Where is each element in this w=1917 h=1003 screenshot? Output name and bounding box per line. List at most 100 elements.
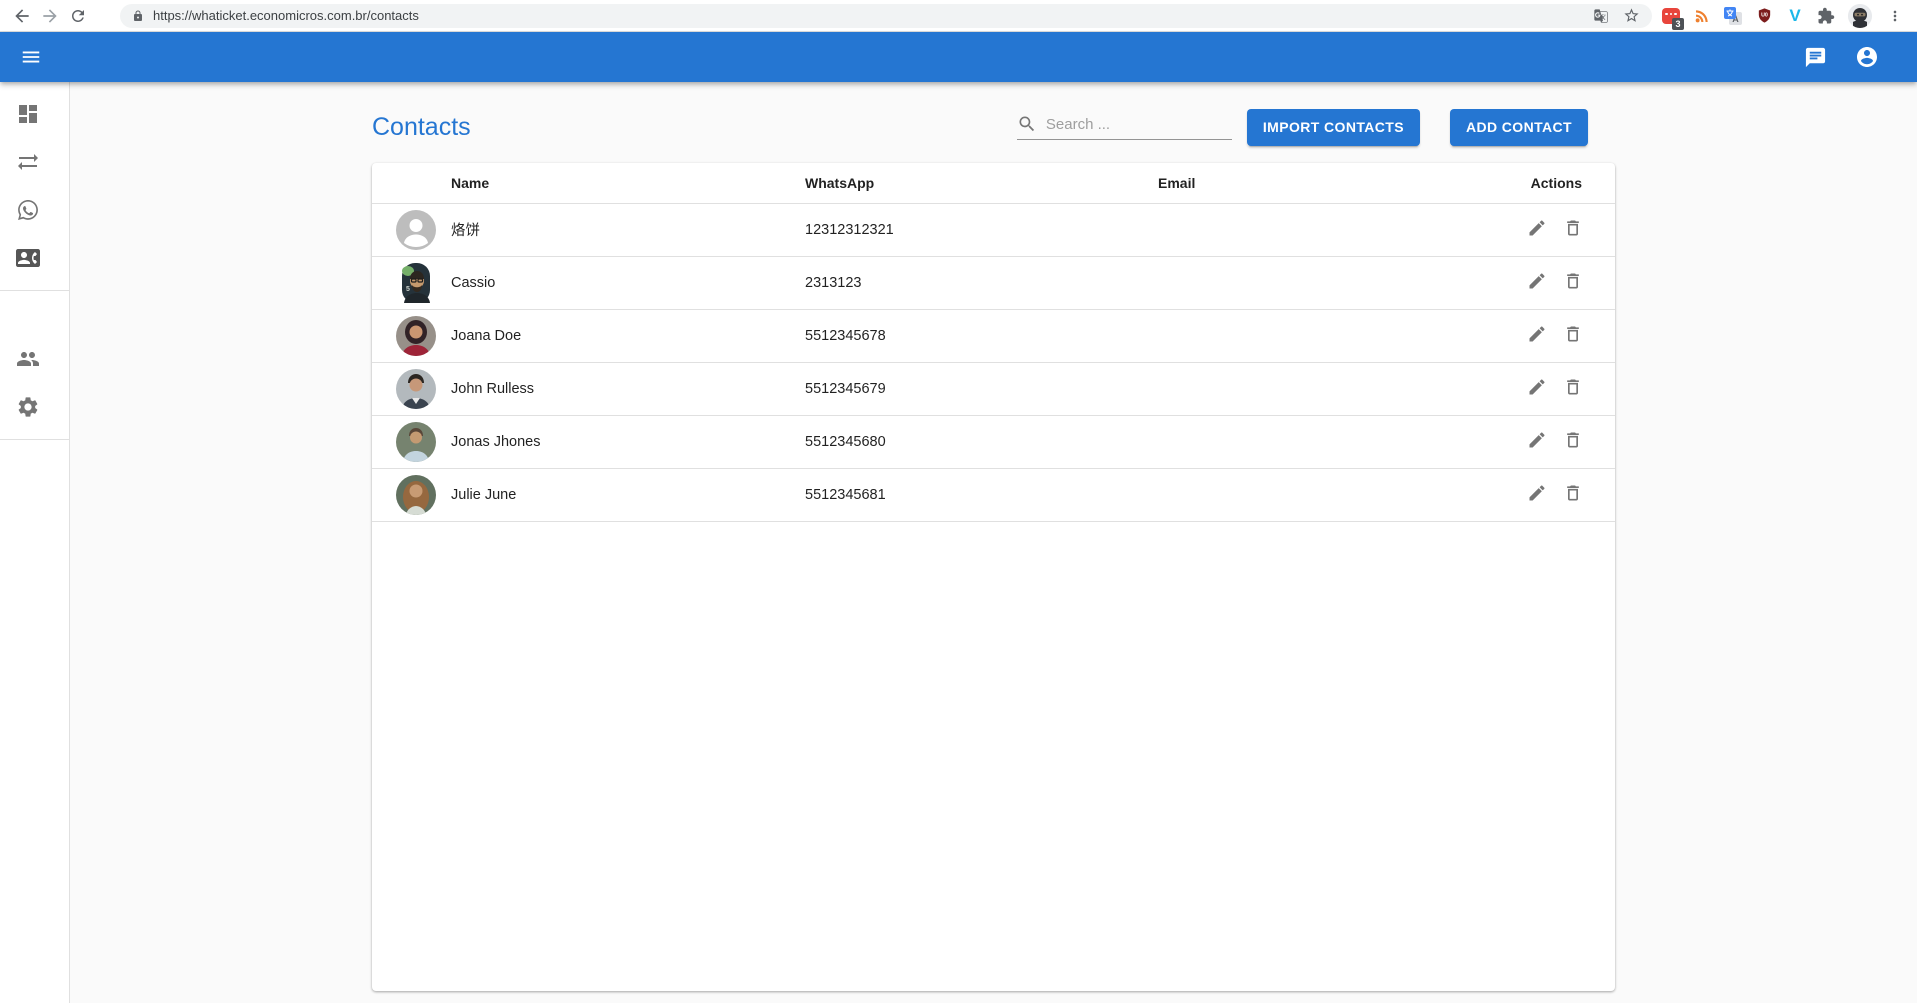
browser-menu-button[interactable] [1885,2,1905,30]
translate-icon[interactable] [1593,8,1609,24]
column-header-whatsapp: WhatsApp [805,163,1158,203]
page-title: Contacts [372,113,471,142]
delete-contact-button[interactable] [1561,216,1585,243]
bookmark-star-icon[interactable] [1623,7,1640,24]
contact-avatar [396,316,436,356]
delete-icon [1563,483,1583,503]
sidebar-item-contacts[interactable] [0,234,69,282]
edit-contact-button[interactable] [1525,269,1549,296]
gtranslate-extension-icon[interactable]: A [1724,7,1742,25]
contact-whatsapp: 12312312321 [805,203,1158,256]
sidebar-item-connections[interactable] [0,138,69,186]
contact-avatar: 5 [396,263,436,303]
table-row: Julie June 5512345681 [372,468,1615,521]
delete-icon [1563,430,1583,450]
menu-button[interactable] [20,46,42,68]
edit-contact-button[interactable] [1525,481,1549,508]
svg-text:5: 5 [406,286,410,293]
profile-avatar[interactable] [1848,4,1872,28]
delete-icon [1563,271,1583,291]
omnibox[interactable]: https://whaticket.economicros.com.br/con… [120,4,1652,28]
contact-name: 烙饼 [451,203,805,256]
reload-button[interactable] [64,2,92,30]
lock-icon [132,10,144,22]
delete-contact-button[interactable] [1561,322,1585,349]
sidebar-item-tickets[interactable] [0,186,69,234]
contact-whatsapp: 5512345679 [805,362,1158,415]
reload-icon [69,7,87,25]
edit-contact-button[interactable] [1525,428,1549,455]
chat-button[interactable] [1804,46,1827,69]
rss-extension-icon[interactable] [1693,7,1711,25]
table-row: Joana Doe 5512345678 [372,309,1615,362]
delete-icon [1563,324,1583,344]
column-header-email: Email [1158,163,1439,203]
contact-whatsapp: 2313123 [805,256,1158,309]
edit-icon [1527,218,1547,238]
vimeo-extension-icon[interactable]: V [1786,7,1804,25]
column-header-name: Name [451,163,805,203]
delete-contact-button[interactable] [1561,269,1585,296]
contact-email [1158,415,1439,468]
back-button[interactable] [8,2,36,30]
edit-contact-button[interactable] [1525,216,1549,243]
import-contacts-button[interactable]: IMPORT CONTACTS [1247,109,1420,146]
delete-contact-button[interactable] [1561,481,1585,508]
svg-text:U0: U0 [1761,13,1768,19]
sidebar-item-dashboard[interactable] [0,90,69,138]
contact-email [1158,203,1439,256]
contact-whatsapp: 5512345680 [805,415,1158,468]
search-box [1017,114,1232,140]
browser-toolbar: https://whaticket.economicros.com.br/con… [0,0,1917,32]
table-header-row: Name WhatsApp Email Actions [372,163,1615,203]
contact-email [1158,309,1439,362]
edit-contact-button[interactable] [1525,375,1549,402]
contact-whatsapp: 5512345678 [805,309,1158,362]
extension-badge: 3 [1672,18,1684,30]
delete-icon [1563,377,1583,397]
sidebar-divider [0,439,69,440]
app-bar [0,32,1917,82]
table-row: Jonas Jhones 5512345680 [372,415,1615,468]
edit-contact-button[interactable] [1525,322,1549,349]
contact-avatar [396,210,436,250]
contacts-table: Name WhatsApp Email Actions [372,163,1615,522]
edit-icon [1527,271,1547,291]
contact-name: Cassio [451,256,805,309]
puzzle-extensions-icon[interactable] [1817,7,1835,25]
edit-icon [1527,324,1547,344]
sidebar-item-settings[interactable] [0,383,69,431]
edit-icon [1527,377,1547,397]
forward-button[interactable] [36,2,64,30]
contact-avatar [396,475,436,515]
ublock-extension-icon[interactable]: U0 [1755,7,1773,25]
contact-avatar [396,422,436,462]
sidebar-item-users[interactable] [0,335,69,383]
search-icon [1017,114,1037,134]
kebab-menu-icon [1887,8,1903,24]
delete-contact-button[interactable] [1561,375,1585,402]
chat-icon [1804,46,1827,69]
whatsapp-icon [16,198,40,222]
account-button[interactable] [1855,45,1879,69]
red-chat-extension-icon[interactable]: 3 [1662,7,1680,25]
table-row: 烙饼 12312312321 [372,203,1615,256]
contact-whatsapp: 5512345681 [805,468,1158,521]
search-input[interactable] [1046,116,1232,133]
contact-email [1158,468,1439,521]
sidebar [0,82,70,1003]
edit-icon [1527,483,1547,503]
gear-icon [16,395,40,419]
dashboard-icon [16,102,40,126]
contact-name: Joana Doe [451,309,805,362]
contact-name: Julie June [451,468,805,521]
account-icon [1855,45,1879,69]
table-row: John Rulless 5512345679 [372,362,1615,415]
contact-avatar [396,369,436,409]
back-icon [12,6,32,26]
add-contact-button[interactable]: ADD CONTACT [1450,109,1588,146]
edit-icon [1527,430,1547,450]
table-row: 5 Cassio 2313123 [372,256,1615,309]
url-text: https://whaticket.economicros.com.br/con… [153,8,1593,23]
delete-contact-button[interactable] [1561,428,1585,455]
